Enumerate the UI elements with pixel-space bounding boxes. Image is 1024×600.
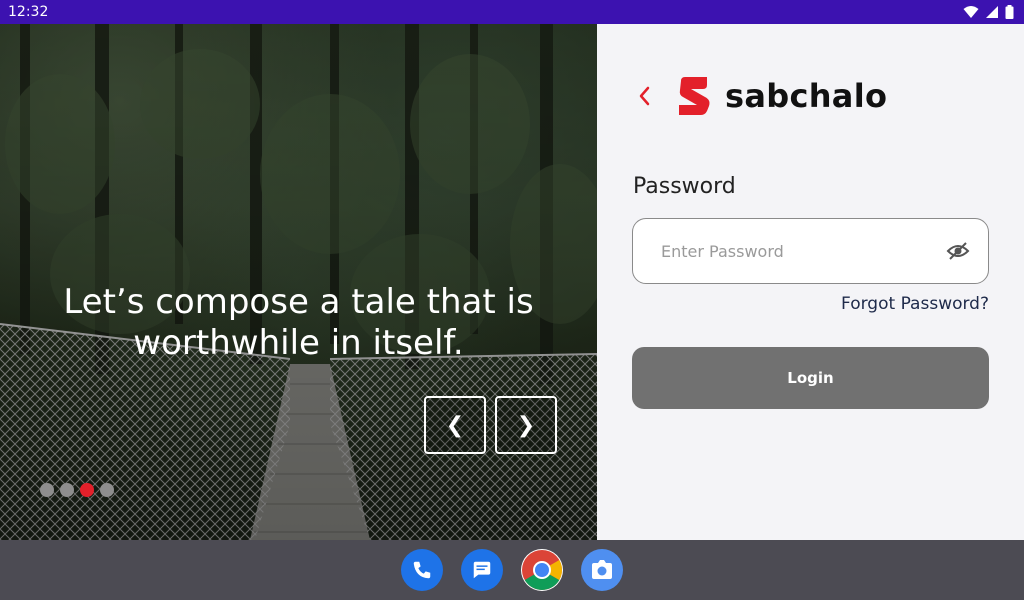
login-panel: sabchalo Password Forgot Password? Login (597, 24, 1024, 540)
carousel-dot[interactable] (40, 483, 54, 497)
carousel-indicators (40, 483, 114, 497)
carousel-dot[interactable] (80, 483, 94, 497)
phone-app[interactable] (401, 549, 443, 591)
status-icons (963, 5, 1014, 19)
carousel-next-button[interactable]: ❯ (495, 396, 557, 454)
brand-row: sabchalo (637, 76, 887, 116)
camera-icon (592, 560, 612, 579)
status-time: 12:32 (8, 4, 49, 20)
eye-off-icon[interactable] (946, 239, 970, 263)
carousel-dot[interactable] (60, 483, 74, 497)
back-button[interactable] (637, 76, 659, 116)
password-input[interactable] (661, 241, 946, 261)
hero-panel: Let’s compose a tale that is worthwhile … (0, 24, 597, 540)
camera-app[interactable] (581, 549, 623, 591)
hero-tagline-line1: Let’s compose a tale that is (63, 282, 534, 322)
forgot-password-link[interactable]: Forgot Password? (841, 294, 989, 314)
carousel-dot[interactable] (100, 483, 114, 497)
chevron-left-icon: ❮ (445, 412, 465, 438)
password-label: Password (633, 174, 736, 199)
hero-tagline: Let’s compose a tale that is worthwhile … (20, 282, 577, 364)
status-bar: 12:32 (0, 0, 1024, 24)
password-field (632, 218, 989, 284)
hero-tagline-line2: worthwhile in itself. (133, 323, 464, 363)
app-dock (0, 540, 1024, 600)
wifi-icon (963, 6, 979, 18)
chrome-app[interactable] (521, 549, 563, 591)
chevron-right-icon: ❯ (516, 412, 536, 438)
brand-name: sabchalo (725, 77, 888, 115)
chrome-icon (522, 550, 562, 590)
messages-app[interactable] (461, 549, 503, 591)
sabchalo-logo-icon (679, 77, 710, 115)
battery-icon (1005, 5, 1014, 19)
signal-icon (986, 6, 998, 18)
screen: 12:32 Let’s compose a tale that is worth… (0, 0, 1024, 600)
carousel-prev-button[interactable]: ❮ (424, 396, 486, 454)
phone-icon (413, 561, 431, 579)
messages-icon (473, 561, 491, 579)
login-button[interactable]: Login (632, 347, 989, 409)
chevron-left-icon (639, 86, 650, 106)
